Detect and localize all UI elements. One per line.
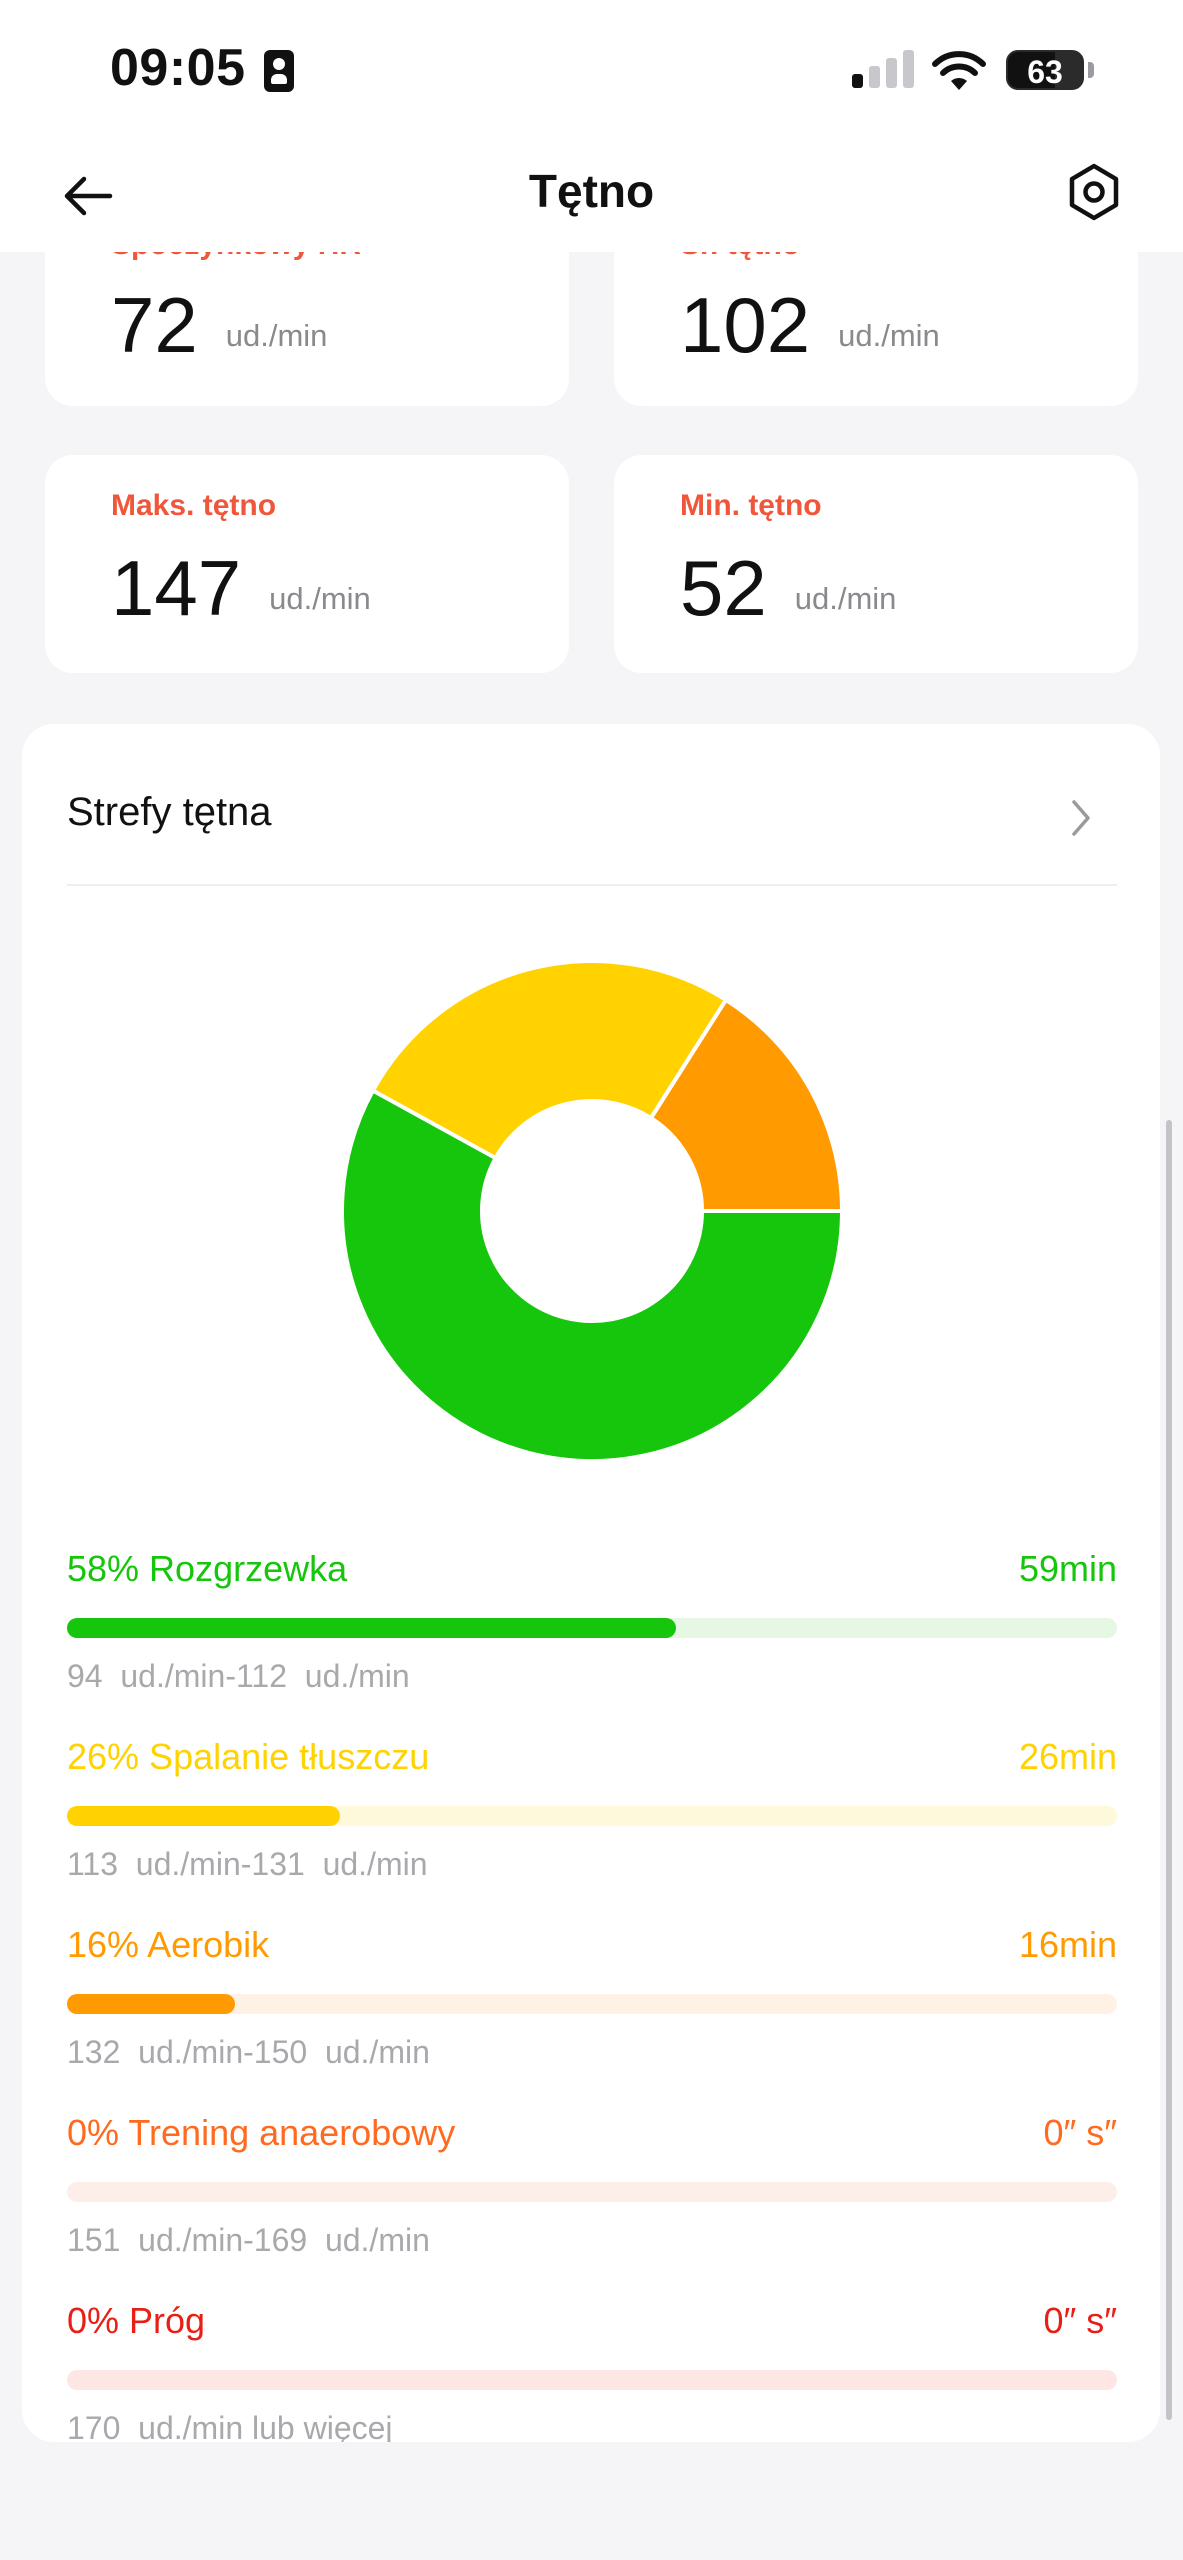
hr-zones-donut-chart [340,959,845,1463]
app-header-overlay: Tętno [0,140,1183,252]
hr-zone-row: 16% Aerobik 16min 132 ud./min-150 ud./min [67,1924,1117,2094]
hr-zone-range: 94 ud./min-112 ud./min [67,1658,410,1694]
hr-zone-duration: 26min [1018,1736,1117,1777]
id-card-icon [264,50,294,92]
battery-icon: 63 [1006,50,1084,90]
hr-zone-progress-track [67,1618,1117,1638]
hr-zone-progress-track [67,1806,1117,1826]
max-hr-label: Maks. tętno [111,489,277,522]
max-hr-unit: ud./min [269,581,371,616]
average-hr-value: 102 ud./min [680,280,940,371]
battery-tip [1088,62,1094,78]
status-time: 09:05 [110,39,246,97]
hr-zone-name: 0% Trening anaerobowy [67,2112,456,2153]
divider [67,884,1117,886]
max-hr-number: 147 [111,544,242,632]
page-title-overlay: Tętno [528,165,655,217]
hr-zone-name: 0% Próg [67,2300,206,2341]
resting-hr-value: 72 ud./min [111,280,327,371]
hr-zone-name: 58% Rozgrzewka [67,1548,348,1589]
hr-zone-range: 132 ud./min-150 ud./min [67,2034,430,2070]
min-hr-number: 52 [680,544,767,632]
hr-zone-duration: 59min [1018,1548,1117,1589]
hr-zone-progress-track [67,1994,1117,2014]
average-hr-number: 102 [680,281,811,369]
hr-zone-range: 170 ud./min lub więcej [67,2410,393,2442]
max-hr-value: 147 ud./min [111,543,371,634]
hr-zone-row: 58% Rozgrzewka 59min 94 ud./min-112 ud./mi… [67,1548,1117,1718]
hr-zones-title[interactable]: Strefy tętna [67,790,272,835]
status-bar: 09:05 63 [0,0,1183,140]
resting-hr-number: 72 [111,281,198,369]
hr-zone-range: 113 ud./min-131 ud./min [67,1846,428,1882]
hr-zone-range: 151 ud./min-169 ud./min [67,2222,430,2258]
wifi-icon [932,51,986,90]
hr-zone-row: 0% Trening anaerobowy 0″ s″ 151 ud./min-16… [67,2112,1117,2282]
hr-zone-duration: 0″ s″ [1043,2112,1117,2153]
min-hr-unit: ud./min [794,581,897,616]
min-hr-label: Min. tętno [680,489,822,522]
hr-zones-panel: Strefy tętna 58% Rozgrzewka 59min 94 ud./m… [22,724,1160,2442]
cellular-signal-icon [852,48,914,88]
hr-zone-progress-fill [67,1806,340,1826]
hr-zone-name: 16% Aerobik [67,1924,270,1965]
hr-zone-progress-fill [67,1994,235,2014]
hr-zone-progress-track [67,2370,1117,2390]
hr-zone-duration: 16min [1018,1924,1117,1965]
hr-zone-row: 26% Spalanie tłuszczu 26min 113 ud./min-13… [67,1736,1117,1906]
resting-hr-unit: ud./min [225,318,328,353]
max-hr-card[interactable]: Maks. tętno 147 ud./min [45,455,569,673]
hr-zone-progress-fill [67,1618,676,1638]
hr-zone-progress-track [67,2182,1117,2202]
hr-zone-duration: 0″ s″ [1043,2300,1117,2341]
average-hr-unit: ud./min [838,318,940,353]
min-hr-card[interactable]: Min. tętno 52 ud./min [614,455,1138,673]
min-hr-value: 52 ud./min [680,543,896,634]
scrollbar[interactable] [1166,1120,1172,2420]
settings-hexagon-icon[interactable] [1064,162,1124,222]
hr-zone-name: 26% Spalanie tłuszczu [67,1736,430,1777]
hr-zone-row: 0% Próg 0″ s″ 170 ud./min lub więcej [67,2300,1117,2442]
battery-level: 63 [1027,54,1063,90]
chevron-right-icon[interactable] [1066,796,1096,840]
